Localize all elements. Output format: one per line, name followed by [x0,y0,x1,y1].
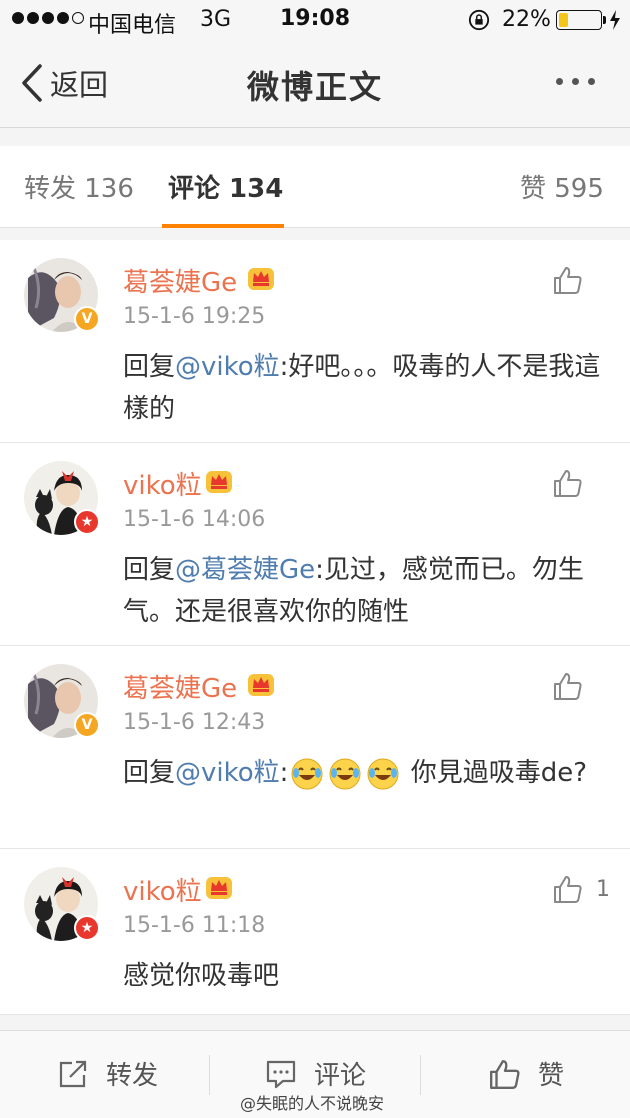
tab-reposts[interactable]: 转发 136 [24,168,134,205]
laugh-cry-emoji-icon [291,758,323,789]
avatar[interactable]: ★ [24,867,100,941]
comment-item: ★ viko粒 15-1-6 14:06 回复@葛荟婕Ge:见过，感觉而已。勿生… [0,443,630,646]
like-button[interactable] [552,465,612,501]
vip-badge-icon: ★ [74,915,100,941]
like-button[interactable] [552,668,612,704]
mention-link[interactable]: @viko粒 [175,352,280,382]
battery-level [559,13,568,27]
mention-link[interactable]: @viko粒 [175,758,280,788]
comment-icon [266,1060,296,1088]
laugh-cry-emoji-icon [367,758,399,789]
like-label: 赞 [538,1061,565,1091]
comment-list: V 葛荟婕Ge 15-1-6 19:25 回复@viko粒:好吧。。。吸毒的人不… [0,240,630,1015]
comment-text: 回复@葛荟婕Ge:见过，感觉而已。勿生气。还是很喜欢你的随性 [123,549,608,633]
page-title: 微博正文 [246,68,383,106]
verified-badge-icon: V [74,306,100,332]
comment-text: 感觉你吸毒吧 [123,961,280,991]
watermark: @失眠的人不说晚安 [240,1094,385,1113]
share-icon [59,1060,87,1087]
like-button[interactable] [552,262,612,298]
comment-text: 回复@viko粒:好吧。。。吸毒的人不是我這樣的 [123,346,608,430]
avatar[interactable]: V [24,664,100,738]
status-bar: 中国电信 3G 19:08 22% [0,0,630,40]
vip-crown-icon [248,674,274,696]
divider [420,1055,421,1095]
more-options-icon[interactable] [556,78,595,85]
comment-body-end: 你見過吸毒de? [402,758,588,788]
thumbs-up-icon [554,876,582,903]
thumbs-up-icon [490,1059,520,1089]
comment-button[interactable]: 评论 [264,1055,366,1092]
rotation-lock-icon [468,9,490,31]
laugh-cry-emoji-icon [329,758,361,789]
reply-prefix: 回复 [123,352,176,382]
comment-item: V 葛荟婕Ge 15-1-6 12:43 回复@viko粒: 你見過吸毒de? [0,646,630,849]
comment-body-start: : [279,758,289,788]
comment-text: 回复@viko粒: 你見過吸毒de? [123,752,608,794]
avatar[interactable]: V [24,258,100,332]
like-button[interactable]: 1 [552,871,612,907]
vip-crown-icon [206,877,232,899]
active-tab-indicator [162,224,284,228]
comment-item: ★ viko粒 15-1-6 11:18 1 感觉你吸毒吧 [0,849,630,1015]
vip-crown-icon [206,471,232,493]
repost-button[interactable]: 转发 [56,1055,158,1092]
thumbs-up-icon [554,267,582,294]
vip-crown-icon [248,268,274,290]
like-count: 1 [596,876,610,902]
comment-time: 15-1-6 19:25 [123,304,266,329]
comment-username[interactable]: 葛荟婕Ge [123,262,237,299]
comment-username[interactable]: viko粒 [123,871,202,908]
comment-time: 15-1-6 14:06 [123,507,266,532]
battery-icon [556,10,602,30]
tab-likes[interactable]: 赞 595 [520,168,604,205]
comment-time: 15-1-6 12:43 [123,710,266,735]
thumbs-up-icon [554,673,582,700]
reply-prefix: 回复 [123,555,176,585]
vip-badge-icon: ★ [74,509,100,535]
battery-nub [603,16,606,24]
comment-item: V 葛荟婕Ge 15-1-6 19:25 回复@viko粒:好吧。。。吸毒的人不… [0,240,630,443]
nav-bar: 返回 微博正文 [0,40,630,128]
repost-label: 转发 [106,1061,159,1091]
tab-comments[interactable]: 评论 134 [168,168,283,205]
verified-badge-icon: V [74,712,100,738]
charging-icon [610,10,620,30]
comment-username[interactable]: 葛荟婕Ge [123,668,237,705]
like-post-button[interactable]: 赞 [488,1055,564,1092]
divider [209,1055,210,1095]
comment-username[interactable]: viko粒 [123,465,202,502]
mention-link[interactable]: @葛荟婕Ge [175,555,315,585]
comment-time: 15-1-6 11:18 [123,913,266,938]
battery-percentage: 22% [502,7,551,32]
thumbs-up-icon [554,470,582,497]
avatar[interactable]: ★ [24,461,100,535]
tab-bar: 转发 136 评论 134 赞 595 [0,146,630,228]
reply-prefix: 回复 [123,758,176,788]
comment-label: 评论 [314,1061,367,1091]
